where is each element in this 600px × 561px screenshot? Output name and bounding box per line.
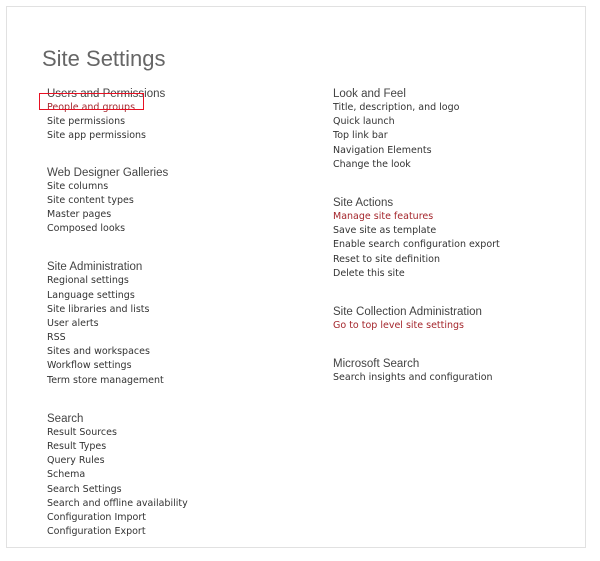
settings-link-enable-search-configuration-export[interactable]: Enable search configuration export — [333, 239, 500, 250]
settings-link-go-to-top-level-site-settings[interactable]: Go to top level site settings — [333, 320, 464, 331]
settings-link-site-permissions[interactable]: Site permissions — [47, 116, 125, 127]
settings-link-save-site-as-template[interactable]: Save site as template — [333, 225, 436, 236]
settings-link-term-store-management[interactable]: Term store management — [47, 375, 164, 386]
list-item: Language settings — [47, 289, 287, 303]
settings-link-list: Search insights and configuration — [333, 371, 583, 385]
list-item: Site columns — [47, 180, 287, 194]
settings-link-reset-to-site-definition[interactable]: Reset to site definition — [333, 254, 440, 265]
settings-group-look-and-feel: Look and Feel Title, description, and log… — [333, 87, 583, 172]
list-item: Top link bar — [333, 129, 583, 143]
page-title: Site Settings — [42, 46, 166, 71]
list-item: Result Types — [47, 440, 287, 454]
settings-link-regional-settings[interactable]: Regional settings — [47, 275, 129, 286]
settings-link-result-sources[interactable]: Result Sources — [47, 427, 117, 438]
settings-link-list: Site columns Site content types Master pag… — [47, 180, 287, 237]
settings-link-quick-launch[interactable]: Quick launch — [333, 116, 395, 127]
list-item: Query Rules — [47, 454, 287, 468]
list-item: Configuration Export — [47, 525, 287, 539]
list-item: RSS — [47, 331, 287, 345]
settings-link-list: Result Sources Result Types Query Rules Sch… — [47, 426, 287, 540]
settings-link-top-link-bar[interactable]: Top link bar — [333, 130, 388, 141]
settings-link-rss[interactable]: RSS — [47, 332, 66, 343]
settings-group-site-collection-administration: Site Collection Administration Go to top … — [333, 305, 583, 333]
list-item: Site content types — [47, 194, 287, 208]
settings-link-configuration-export[interactable]: Configuration Export — [47, 526, 146, 537]
settings-link-people-and-groups[interactable]: People and groups — [47, 102, 135, 113]
settings-link-composed-looks[interactable]: Composed looks — [47, 223, 125, 234]
list-item: Configuration Import — [47, 511, 287, 525]
group-title: Site Collection Administration — [333, 305, 482, 318]
settings-link-query-rules[interactable]: Query Rules — [47, 455, 105, 466]
list-item: Go to top level site settings — [333, 319, 583, 333]
settings-link-navigation-elements[interactable]: Navigation Elements — [333, 145, 432, 156]
list-item: Save site as template — [333, 224, 583, 238]
group-title: Microsoft Search — [333, 358, 420, 371]
settings-link-site-app-permissions[interactable]: Site app permissions — [47, 130, 146, 141]
group-title: Site Administration — [47, 261, 143, 274]
list-item: People and groups — [47, 101, 287, 115]
settings-link-title-description-and-logo[interactable]: Title, description, and logo — [333, 102, 459, 113]
settings-group-site-administration: Site Administration Regional settings Lang… — [47, 260, 287, 388]
settings-link-list: Go to top level site settings — [333, 319, 583, 333]
settings-link-sites-and-workspaces[interactable]: Sites and workspaces — [47, 346, 150, 357]
list-item: Search and offline availability — [47, 497, 287, 511]
list-item: Result Sources — [47, 426, 287, 440]
settings-link-manage-site-features[interactable]: Manage site features — [333, 211, 433, 222]
settings-link-list: Regional settings Language settings Site l… — [47, 274, 287, 388]
list-item: Search insights and configuration — [333, 371, 583, 385]
settings-link-site-libraries-and-lists[interactable]: Site libraries and lists — [47, 304, 149, 315]
settings-panel: Site Settings Users and Permissions Peopl… — [6, 6, 586, 548]
list-item: Regional settings — [47, 274, 287, 288]
list-item: Schema — [47, 468, 287, 482]
settings-link-language-settings[interactable]: Language settings — [47, 290, 135, 301]
list-item: Master pages — [47, 208, 287, 222]
settings-group-users-and-permissions: Users and Permissions People and groups Si… — [47, 87, 287, 144]
settings-link-master-pages[interactable]: Master pages — [47, 209, 111, 220]
settings-group-search: Search Result Sources Result Types Query Ru… — [47, 412, 287, 540]
settings-link-list: People and groups Site permissions Site ap… — [47, 101, 287, 144]
list-item: User alerts — [47, 317, 287, 331]
list-item: Search Settings — [47, 483, 287, 497]
list-item: Term store management — [47, 374, 287, 388]
settings-link-site-content-types[interactable]: Site content types — [47, 195, 134, 206]
list-item: Sites and workspaces — [47, 345, 287, 359]
settings-group-web-designer-galleries: Web Designer Galleries Site columns Site c… — [47, 166, 287, 237]
list-item: Quick launch — [333, 115, 583, 129]
list-item: Delete this site — [333, 267, 583, 281]
list-item: Site app permissions — [47, 129, 287, 143]
settings-group-site-actions: Site Actions Manage site features Save sit… — [333, 196, 583, 281]
settings-link-list: Title, description, and logo Quick launch… — [333, 101, 583, 172]
settings-link-schema[interactable]: Schema — [47, 469, 85, 480]
settings-link-search-insights-and-configuration[interactable]: Search insights and configuration — [333, 372, 493, 383]
settings-link-list: Manage site features Save site as templat… — [333, 210, 583, 281]
settings-group-microsoft-search: Microsoft Search Search insights and conf… — [333, 357, 583, 385]
settings-link-site-columns[interactable]: Site columns — [47, 181, 108, 192]
settings-link-search-and-offline-availability[interactable]: Search and offline availability — [47, 498, 188, 509]
list-item: Workflow settings — [47, 359, 287, 373]
settings-link-change-the-look[interactable]: Change the look — [333, 159, 411, 170]
list-item: Site libraries and lists — [47, 303, 287, 317]
group-title: Search — [47, 412, 84, 425]
list-item: Manage site features — [333, 210, 583, 224]
settings-link-user-alerts[interactable]: User alerts — [47, 318, 99, 329]
group-title: Web Designer Galleries — [47, 166, 169, 179]
right-column: Look and Feel Title, description, and log… — [333, 87, 583, 385]
settings-link-workflow-settings[interactable]: Workflow settings — [47, 360, 132, 371]
group-title: Users and Permissions — [47, 88, 166, 100]
settings-link-configuration-import[interactable]: Configuration Import — [47, 512, 146, 523]
settings-link-delete-this-site[interactable]: Delete this site — [333, 268, 405, 279]
list-item: Enable search configuration export — [333, 238, 583, 252]
list-item: Site permissions — [47, 115, 287, 129]
list-item: Reset to site definition — [333, 253, 583, 267]
settings-link-result-types[interactable]: Result Types — [47, 441, 106, 452]
list-item: Title, description, and logo — [333, 101, 583, 115]
group-title: Look and Feel — [333, 88, 406, 100]
left-column: Users and Permissions People and groups Si… — [47, 87, 287, 539]
settings-link-search-settings[interactable]: Search Settings — [47, 484, 122, 495]
list-item: Navigation Elements — [333, 144, 583, 158]
group-title: Site Actions — [333, 196, 394, 209]
list-item: Change the look — [333, 158, 583, 172]
list-item: Composed looks — [47, 222, 287, 236]
